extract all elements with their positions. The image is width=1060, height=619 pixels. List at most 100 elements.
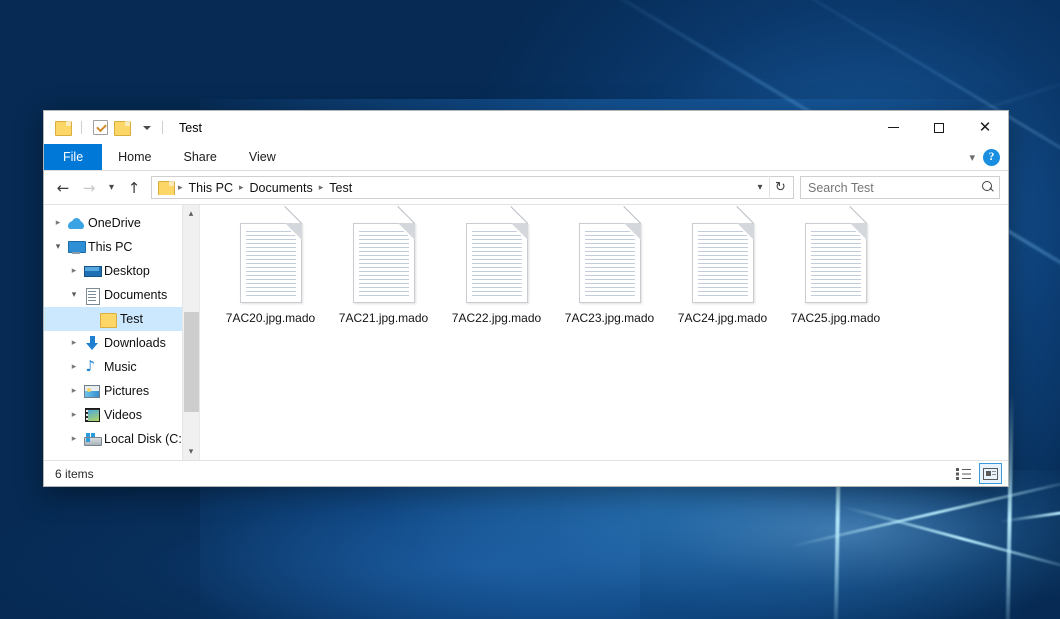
help-icon[interactable]: ?	[983, 149, 1000, 166]
navigation-scrollbar[interactable]: ▴ ▾	[182, 205, 199, 460]
disk-icon	[82, 433, 102, 446]
file-name-label: 7AC23.jpg.mado	[563, 310, 656, 326]
scroll-down-button[interactable]: ▾	[183, 443, 200, 460]
sidebar-item-this-pc[interactable]: ▾This PC	[44, 235, 199, 259]
file-item[interactable]: 7AC23.jpg.mado	[553, 219, 666, 337]
tab-share[interactable]: Share	[168, 144, 233, 170]
file-item[interactable]: 7AC21.jpg.mado	[327, 219, 440, 337]
sidebar-item-pictures[interactable]: ▸Pictures	[44, 379, 199, 403]
tab-file[interactable]: File	[44, 144, 102, 170]
scrollbar-thumb[interactable]	[184, 312, 199, 412]
breadcrumb-item-test[interactable]: Test	[325, 181, 356, 195]
file-explorer-window: Test ✕ File Home Share View ▾ ? ← → ▾ ↑	[43, 110, 1009, 487]
scrollbar-track[interactable]	[183, 222, 200, 443]
breadcrumb-separator: ▸	[176, 183, 185, 193]
generic-document-icon	[235, 221, 307, 307]
cloud-icon	[66, 218, 86, 229]
maximize-button[interactable]	[916, 111, 962, 144]
chevron-right-icon[interactable]: ▸	[66, 362, 82, 372]
pc-icon	[66, 241, 86, 254]
file-item[interactable]: 7AC22.jpg.mado	[440, 219, 553, 337]
address-dropdown-icon[interactable]: ▾	[751, 182, 769, 193]
sidebar-item-test[interactable]: Test	[44, 307, 199, 331]
navigation-pane: ▸OneDrive▾This PC▸Desktop▾DocumentsTest▸…	[44, 205, 200, 460]
scroll-up-button[interactable]: ▴	[183, 205, 200, 222]
forward-button: →	[76, 175, 102, 201]
pictures-icon	[82, 385, 102, 398]
sidebar-item-downloads[interactable]: ▸Downloads	[44, 331, 199, 355]
ribbon-spacer	[292, 144, 970, 170]
breadcrumb-separator: ▸	[317, 183, 326, 193]
title-bar: Test ✕	[44, 111, 1008, 144]
folder-icon	[158, 181, 174, 194]
file-name-label: 7AC22.jpg.mado	[450, 310, 543, 326]
window-title: Test	[179, 121, 202, 135]
chevron-right-icon[interactable]: ▸	[66, 266, 82, 276]
minimize-button[interactable]	[870, 111, 916, 144]
search-input[interactable]: Search Test	[808, 181, 982, 195]
downloads-icon	[82, 336, 102, 351]
file-item[interactable]: 7AC24.jpg.mado	[666, 219, 779, 337]
new-folder-icon[interactable]	[111, 117, 133, 139]
large-icons-view-button[interactable]	[979, 463, 1002, 484]
close-button[interactable]: ✕	[962, 111, 1008, 144]
breadcrumb: ▸ This PC ▸ Documents ▸ Test	[157, 181, 751, 195]
search-box[interactable]: Search Test	[800, 176, 1000, 199]
file-list-pane[interactable]: 7AC20.jpg.mado 7AC21.jpg.mado 7AC22.jpg.ma…	[200, 205, 1008, 460]
folder-tree: ▸OneDrive▾This PC▸Desktop▾DocumentsTest▸…	[44, 211, 199, 451]
ribbon-tab-bar: File Home Share View ▾ ?	[44, 144, 1008, 171]
properties-checkbox-icon[interactable]	[89, 117, 111, 139]
tab-home[interactable]: Home	[102, 144, 167, 170]
back-button[interactable]: ←	[50, 175, 76, 201]
breadcrumb-item-documents[interactable]: Documents	[246, 181, 317, 195]
status-bar: 6 items	[44, 460, 1008, 486]
music-icon: ♪	[82, 360, 102, 375]
item-count-label: 6 items	[55, 467, 94, 481]
file-name-label: 7AC20.jpg.mado	[224, 310, 317, 326]
sidebar-item-videos[interactable]: ▸Videos	[44, 403, 199, 427]
chevron-right-icon[interactable]: ▸	[66, 434, 82, 444]
refresh-icon[interactable]: ↻	[769, 176, 791, 199]
sidebar-item-documents[interactable]: ▾ Documents	[44, 283, 199, 307]
file-name-label: 7AC21.jpg.mado	[337, 310, 430, 326]
chevron-right-icon[interactable]: ▸	[66, 410, 82, 420]
chevron-right-icon[interactable]: ▸	[66, 338, 82, 348]
chevron-right-icon[interactable]: ▸	[50, 218, 66, 228]
generic-document-icon	[687, 221, 759, 307]
folder-icon	[98, 313, 118, 326]
address-bar[interactable]: ▸ This PC ▸ Documents ▸ Test ▾ ↻	[151, 176, 794, 199]
file-name-label: 7AC25.jpg.mado	[789, 310, 882, 326]
sidebar-item-desktop[interactable]: ▸ Desktop	[44, 259, 199, 283]
videos-icon	[82, 408, 102, 422]
file-item[interactable]: 7AC25.jpg.mado	[779, 219, 892, 337]
recent-locations-button[interactable]: ▾	[102, 175, 121, 201]
sidebar-item-music[interactable]: ▸♪Music	[44, 355, 199, 379]
view-mode-buttons	[952, 463, 1002, 484]
file-item[interactable]: 7AC20.jpg.mado	[214, 219, 327, 337]
chevron-down-icon[interactable]: ▾	[66, 290, 82, 300]
sidebar-item-label: Desktop	[102, 264, 150, 278]
chevron-down-icon[interactable]: ▾	[969, 151, 975, 164]
ribbon-right-controls: ▾ ?	[969, 144, 1008, 170]
desktop-icon	[82, 265, 102, 278]
breadcrumb-separator: ▸	[237, 183, 246, 193]
chevron-down-icon[interactable]: ▾	[50, 242, 66, 252]
breadcrumb-item-this-pc[interactable]: This PC	[185, 181, 237, 195]
sidebar-item-label: OneDrive	[86, 216, 141, 230]
search-icon	[982, 181, 995, 194]
toolbar-divider	[81, 121, 82, 134]
folder-icon[interactable]	[52, 117, 74, 139]
chevron-right-icon[interactable]: ▸	[66, 386, 82, 396]
file-name-label: 7AC24.jpg.mado	[676, 310, 769, 326]
up-button[interactable]: ↑	[121, 175, 147, 201]
details-view-button[interactable]	[952, 463, 975, 484]
documents-icon	[82, 288, 102, 303]
sidebar-item-onedrive[interactable]: ▸ OneDrive	[44, 211, 199, 235]
tab-view[interactable]: View	[233, 144, 292, 170]
sidebar-item-local-disk-c[interactable]: ▸Local Disk (C:)	[44, 427, 199, 451]
address-bar-row: ← → ▾ ↑ ▸ This PC ▸ Documents ▸ Test ▾ ↻…	[44, 171, 1008, 204]
sidebar-item-label: Documents	[102, 288, 167, 302]
chevron-down-icon[interactable]	[133, 117, 155, 139]
generic-document-icon	[800, 221, 872, 307]
toolbar-divider	[162, 121, 163, 134]
